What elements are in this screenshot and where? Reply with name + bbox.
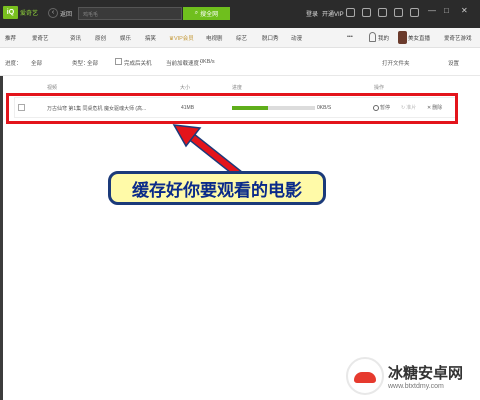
logo-icon: iQ <box>3 6 18 19</box>
nav-item-vip[interactable]: ♛VIP会员 <box>169 34 194 42</box>
nav-item[interactable]: 资讯 <box>70 34 81 42</box>
title-bar: iQ 爱奇艺 ‹ 返回 鸡毛毛 ⌕ 搜全网 登录 开通VIP — □ ✕ <box>0 0 480 28</box>
search-button-label: 搜全网 <box>200 12 219 18</box>
download-icon[interactable] <box>362 8 371 17</box>
watermark-title: 冰糖安卓网 <box>388 364 464 382</box>
nav-item[interactable]: 动漫 <box>291 34 302 42</box>
logo-text: 爱奇艺 <box>20 11 39 17</box>
open-folder-button[interactable]: 打开文件夹 <box>382 59 410 67</box>
my-account[interactable]: 我的 <box>378 34 389 42</box>
column-header-size: 大小 <box>180 85 191 91</box>
shutdown-checkbox[interactable] <box>115 58 122 65</box>
column-header-video: 视频 <box>47 85 58 91</box>
search-icon: ⌕ <box>194 10 199 16</box>
maximize-button[interactable]: □ <box>444 6 449 15</box>
nav-item[interactable]: 综艺 <box>236 34 247 42</box>
nav-item[interactable]: 电视剧 <box>206 34 223 42</box>
nav-item[interactable]: 原创 <box>95 34 106 42</box>
more-menu[interactable]: ••• <box>347 34 353 40</box>
user-icon[interactable] <box>369 32 376 42</box>
filter-bar: 进度： 全部 类型： 全部 完成后关机 当前加载速度： 0KB/s 打开文件夹 … <box>0 48 480 76</box>
watermark-url: www.btxtdmy.com <box>388 383 444 390</box>
watermark-logo-icon <box>346 357 384 395</box>
left-scroll-strip <box>0 76 3 400</box>
watermark-face <box>354 372 376 383</box>
live-link[interactable]: 美女直播 <box>408 34 430 42</box>
nav-item[interactable]: 搞笑 <box>145 34 156 42</box>
menu-icon[interactable] <box>410 8 419 17</box>
nav-item[interactable]: 爱奇艺 <box>32 34 49 42</box>
avatar[interactable] <box>398 31 407 44</box>
app-logo[interactable]: iQ 爱奇艺 <box>3 6 38 19</box>
nav-item-vip-label: VIP会员 <box>173 36 194 42</box>
minimize-button[interactable]: — <box>428 6 436 15</box>
message-icon[interactable] <box>346 8 355 17</box>
nav-item[interactable]: 娱乐 <box>120 34 131 42</box>
nav-item[interactable]: 脱口秀 <box>262 34 279 42</box>
login-link[interactable]: 登录 <box>306 9 318 18</box>
progress-filter-label: 进度： <box>5 61 22 67</box>
search-button[interactable]: ⌕ 搜全网 <box>183 7 230 20</box>
watermark: 冰糖安卓网 www.btxtdmy.com <box>346 357 463 395</box>
back-label[interactable]: 返回 <box>60 9 72 18</box>
close-button[interactable]: ✕ <box>461 6 468 15</box>
type-filter-select[interactable]: 全部 <box>87 59 98 67</box>
column-header-progress: 进度 <box>232 85 243 91</box>
progress-filter-select[interactable]: 全部 <box>31 59 42 67</box>
callout-box: 缓存好你要观看的电影 <box>108 171 326 205</box>
column-header-actions: 操作 <box>374 85 385 91</box>
vip-link[interactable]: 开通VIP <box>322 9 344 18</box>
search-input[interactable]: 鸡毛毛 <box>78 7 182 20</box>
settings-button[interactable]: 设置 <box>448 59 459 67</box>
highlight-box <box>6 93 458 124</box>
back-icon[interactable]: ‹ <box>48 8 58 18</box>
shutdown-label: 完成后关机 <box>124 61 152 67</box>
nav-item[interactable]: 推荐 <box>5 34 16 42</box>
upload-icon[interactable] <box>378 8 387 17</box>
speed-label: 当前加载速度： <box>166 61 205 67</box>
skin-icon[interactable] <box>394 8 403 17</box>
client-link[interactable]: 爱奇艺游戏 <box>444 34 472 42</box>
speed-value: 0KB/s <box>200 59 215 65</box>
category-nav: 推荐 爱奇艺 资讯 原创 娱乐 搞笑 ♛VIP会员 电视剧 综艺 脱口秀 动漫 … <box>0 28 480 48</box>
